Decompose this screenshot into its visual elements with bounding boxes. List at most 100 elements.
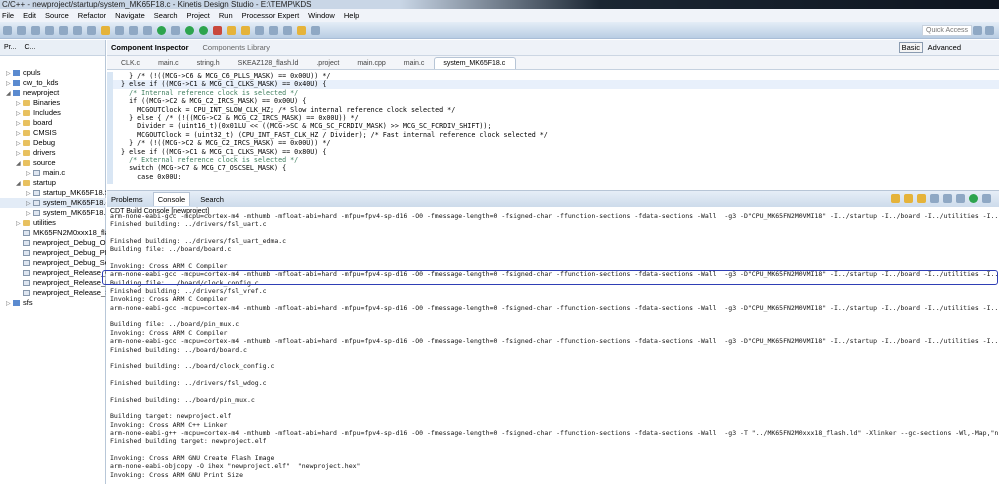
expand-toggle-icon[interactable]: ▷: [26, 189, 33, 198]
basic-button[interactable]: Basic: [898, 42, 923, 53]
tree-item[interactable]: ▷ startup_MK65F18.S: [0, 188, 106, 198]
tab-console[interactable]: Console: [152, 192, 191, 206]
menu-search[interactable]: Search: [154, 11, 178, 20]
print-icon[interactable]: [45, 25, 54, 35]
new-file-icon[interactable]: [143, 25, 152, 35]
file-tab[interactable]: SKEAZ128_flash.ld: [230, 60, 309, 69]
next-annotation-icon[interactable]: [269, 25, 278, 35]
tree-item[interactable]: ▷ board: [0, 118, 106, 128]
quick-access-input[interactable]: [922, 25, 972, 36]
file-tab[interactable]: string.h: [189, 60, 230, 69]
menu-help[interactable]: Help: [344, 11, 359, 20]
scroll-lock-icon[interactable]: [917, 194, 926, 203]
tab-problems[interactable]: Problems: [111, 195, 143, 204]
stop-icon[interactable]: [213, 25, 222, 35]
tree-item[interactable]: ▷ drivers: [0, 148, 106, 158]
expand-toggle-icon[interactable]: ▷: [6, 69, 13, 78]
tab-c-projects[interactable]: C...: [24, 44, 35, 51]
file-tab[interactable]: main.c: [396, 60, 435, 69]
tab-components-library[interactable]: Components Library: [203, 43, 271, 52]
pin-console-icon[interactable]: [943, 194, 952, 203]
scroll-down-icon[interactable]: [891, 194, 900, 203]
build-icon[interactable]: [73, 25, 82, 35]
tree-item[interactable]: ◢ newproject: [0, 88, 106, 98]
menu-window[interactable]: Window: [308, 11, 335, 20]
expand-toggle-icon[interactable]: ▷: [26, 209, 33, 218]
expand-toggle-icon[interactable]: ◢: [16, 179, 23, 188]
settings-icon[interactable]: [171, 25, 180, 35]
menu-processor-expert[interactable]: Processor Expert: [242, 11, 300, 20]
clear-console-icon[interactable]: [930, 194, 939, 203]
menu-source[interactable]: Source: [45, 11, 69, 20]
refresh-icon[interactable]: [157, 25, 166, 35]
tab-project-explorer[interactable]: Pr...: [4, 44, 16, 51]
expand-toggle-icon[interactable]: ◢: [16, 159, 23, 168]
expand-toggle-icon[interactable]: ▷: [6, 79, 13, 88]
tree-item[interactable]: ▷ sfs: [0, 298, 106, 308]
tree-item[interactable]: ▷ Binaries: [0, 98, 106, 108]
open-perspective-icon[interactable]: [973, 25, 982, 35]
build-config-icon[interactable]: [59, 25, 68, 35]
expand-toggle-icon[interactable]: ▷: [16, 109, 23, 118]
tree-item[interactable]: newproject_Release_Se: [0, 288, 106, 298]
expand-toggle-icon[interactable]: ▷: [26, 169, 33, 178]
forward-icon[interactable]: [311, 25, 320, 35]
tree-item[interactable]: ▷ Debug: [0, 138, 106, 148]
expand-toggle-icon[interactable]: ◢: [6, 89, 13, 98]
expand-toggle-icon[interactable]: ▷: [16, 129, 23, 138]
file-tab[interactable]: CLK.c: [113, 60, 150, 69]
tree-item[interactable]: newproject_Release_P: [0, 278, 106, 288]
expand-toggle-icon[interactable]: ▷: [16, 219, 23, 228]
expand-toggle-icon[interactable]: ▷: [6, 299, 13, 308]
menu-edit[interactable]: Edit: [23, 11, 36, 20]
file-tab[interactable]: system_MK65F18.c: [434, 57, 517, 69]
tab-component-inspector[interactable]: Component Inspector: [111, 43, 189, 52]
expand-toggle-icon[interactable]: ▷: [16, 149, 23, 158]
tree-item[interactable]: newproject_Debug_PN: [0, 248, 106, 258]
expand-toggle-icon[interactable]: ▷: [16, 99, 23, 108]
code-editor[interactable]: } /* (!((MCG->C6 & MCG_C6_PLLS_MASK) == …: [107, 72, 999, 184]
menu-navigate[interactable]: Navigate: [115, 11, 145, 20]
menu-file[interactable]: File: [2, 11, 14, 20]
tree-item[interactable]: ▷ CMSIS: [0, 128, 106, 138]
open-type-icon[interactable]: [241, 25, 250, 35]
open-folder-icon[interactable]: [227, 25, 236, 35]
tree-item[interactable]: ◢ startup: [0, 178, 106, 188]
run-icon[interactable]: [185, 25, 194, 35]
new-class-icon[interactable]: [115, 25, 124, 35]
prev-annotation-icon[interactable]: [283, 25, 292, 35]
tree-item[interactable]: ▷ system_MK65F18.h: [0, 208, 106, 218]
cpp-perspective-icon[interactable]: [985, 25, 994, 35]
tree-item[interactable]: newproject_Debug_Op: [0, 238, 106, 248]
flash-icon[interactable]: [101, 25, 110, 35]
tree-item[interactable]: MK65FN2M0xxx18_flash: [0, 228, 106, 238]
tab-search[interactable]: Search: [200, 195, 224, 204]
advanced-button[interactable]: Advanced: [928, 43, 961, 52]
menu-run[interactable]: Run: [219, 11, 233, 20]
menu-refactor[interactable]: Refactor: [78, 11, 106, 20]
tree-item[interactable]: newproject_Debug_Seg: [0, 258, 106, 268]
console-menu-icon[interactable]: [982, 194, 991, 203]
tree-item[interactable]: ▷ cw_to_kds: [0, 78, 106, 88]
menu-project[interactable]: Project: [187, 11, 210, 20]
tree-item[interactable]: ◢ source: [0, 158, 106, 168]
tree-item[interactable]: ▷ cpuls: [0, 68, 106, 78]
tree-item[interactable]: ▷ main.c: [0, 168, 106, 178]
expand-toggle-icon[interactable]: ▷: [26, 199, 33, 208]
save-icon[interactable]: [17, 25, 26, 35]
file-tab[interactable]: main.c: [150, 60, 189, 69]
open-console-icon[interactable]: [969, 194, 978, 203]
new-folder-icon[interactable]: [129, 25, 138, 35]
new-icon[interactable]: [3, 25, 12, 35]
clean-icon[interactable]: [87, 25, 96, 35]
tree-item[interactable]: ▷ utilities: [0, 218, 106, 228]
display-console-icon[interactable]: [956, 194, 965, 203]
debug-icon[interactable]: [199, 25, 208, 35]
file-tab[interactable]: main.cpp: [349, 60, 395, 69]
tree-item[interactable]: newproject_Release_O: [0, 268, 106, 278]
scroll-up-icon[interactable]: [904, 194, 913, 203]
tree-item[interactable]: ▷ system_MK65F18.c: [0, 198, 106, 208]
expand-toggle-icon[interactable]: ▷: [16, 119, 23, 128]
back-icon[interactable]: [297, 25, 306, 35]
search-icon[interactable]: [255, 25, 264, 35]
